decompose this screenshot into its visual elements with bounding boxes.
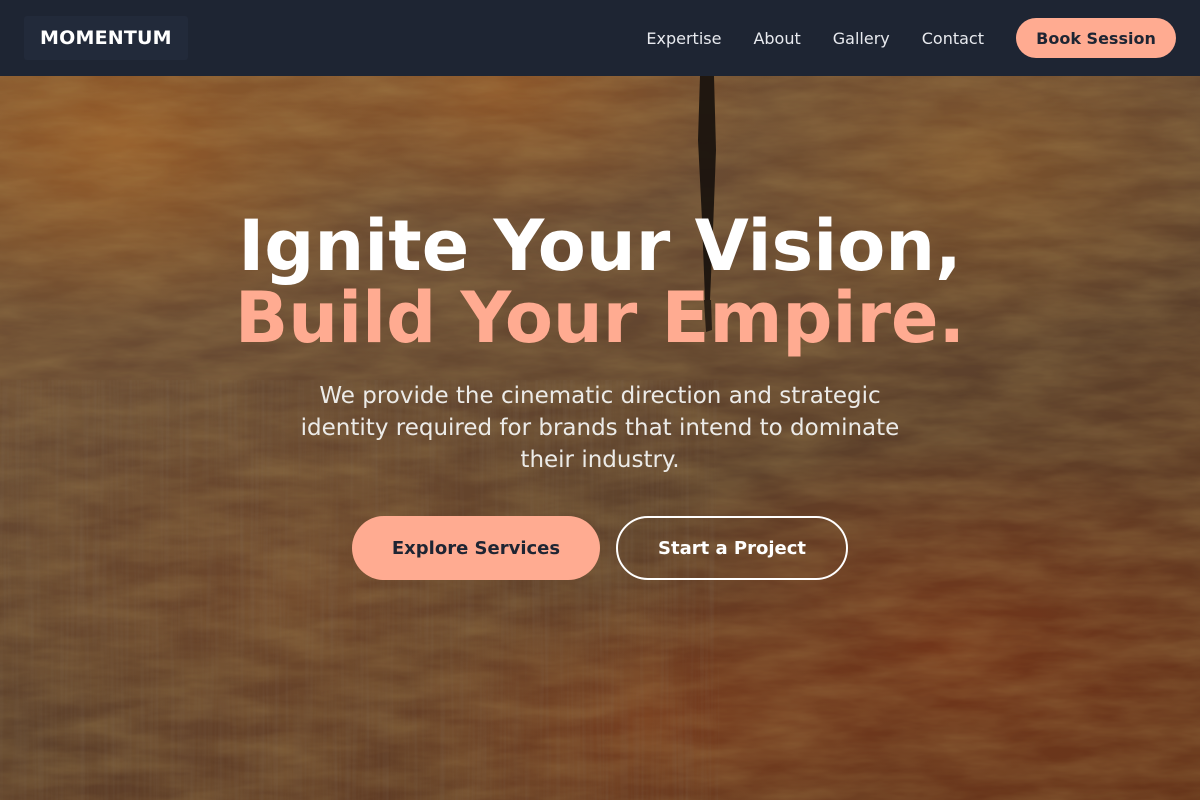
start-project-button[interactable]: Start a Project xyxy=(616,516,848,580)
top-navbar: MOMENTUM Expertise About Gallery Contact… xyxy=(0,0,1200,76)
headline-line-1: Ignite Your Vision, xyxy=(238,205,962,287)
explore-services-button[interactable]: Explore Services xyxy=(352,516,600,580)
book-session-button[interactable]: Book Session xyxy=(1016,18,1176,58)
cta-group: Explore Services Start a Project xyxy=(0,516,1200,580)
brand-logo[interactable]: MOMENTUM xyxy=(24,16,188,60)
nav-link-expertise[interactable]: Expertise xyxy=(646,29,721,48)
headline-line-2: Build Your Empire. xyxy=(234,277,966,359)
nav-link-about[interactable]: About xyxy=(753,29,800,48)
nav-link-contact[interactable]: Contact xyxy=(922,29,984,48)
nav-link-gallery[interactable]: Gallery xyxy=(833,29,890,48)
hero-section: Ignite Your Vision, Build Your Empire. W… xyxy=(0,210,1200,580)
hero-subtitle: We provide the cinematic direction and s… xyxy=(300,383,900,473)
hero-headline: Ignite Your Vision, Build Your Empire. xyxy=(0,210,1200,354)
nav-menu: Expertise About Gallery Contact Book Ses… xyxy=(646,18,1176,58)
